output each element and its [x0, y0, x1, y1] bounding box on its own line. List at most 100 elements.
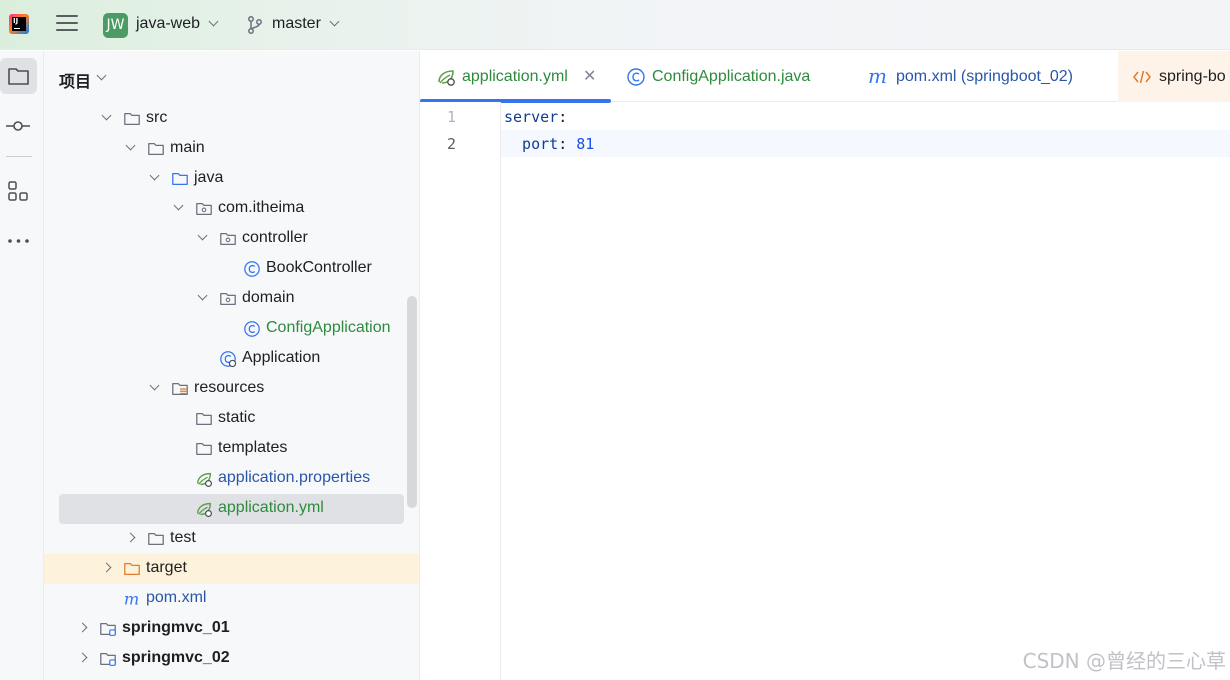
yaml-value: 81: [576, 135, 595, 153]
tree-item-label: Application: [242, 349, 321, 366]
tab-label: pom.xml (springboot_02): [896, 68, 1073, 85]
tree-item-domain[interactable]: domain: [44, 284, 419, 314]
chevron-down-icon[interactable]: [329, 16, 340, 27]
chevron-down-icon[interactable]: [197, 290, 208, 301]
title-bar: IJ JW java-web master: [0, 0, 1230, 50]
tree-item-application-properties[interactable]: application.properties: [44, 464, 419, 494]
package-icon: [220, 292, 236, 306]
tree-item-java[interactable]: java: [44, 164, 419, 194]
code-line[interactable]: server:: [504, 108, 567, 126]
tree-item-static[interactable]: static: [44, 404, 419, 434]
yaml-key: server: [504, 108, 559, 126]
module-folder-icon: [100, 652, 116, 666]
more-icon: [8, 239, 29, 243]
line-number: 2: [446, 135, 456, 153]
tree-item-templates[interactable]: templates: [44, 434, 419, 464]
tree-item-label: templates: [218, 439, 288, 456]
module-folder-icon: [100, 622, 116, 636]
class-icon: [244, 261, 260, 277]
tree-item-main[interactable]: main: [44, 134, 419, 164]
code-line[interactable]: port: 81: [504, 135, 594, 153]
chevron-right-icon[interactable]: [101, 562, 112, 573]
yaml-key: port: [504, 135, 559, 153]
tree-item-application[interactable]: Application: [44, 344, 419, 374]
project-panel: 项目 src main java com.itheima controller BookC…: [44, 51, 420, 680]
spring-config-icon: [196, 472, 212, 487]
git-branch-icon[interactable]: [246, 15, 264, 35]
tree-item-com-itheima[interactable]: com.itheima: [44, 194, 419, 224]
tree-item-label: pom.xml: [146, 589, 207, 606]
tree-item-target[interactable]: target: [44, 554, 419, 584]
tree-item-bookcontroller[interactable]: BookController: [44, 254, 419, 284]
folder-icon: [8, 68, 29, 85]
main-menu-icon[interactable]: [56, 15, 78, 35]
divider: [6, 156, 32, 157]
more-tools-button[interactable]: [0, 223, 37, 259]
chevron-right-icon[interactable]: [125, 532, 136, 543]
tab-spring-boot[interactable]: spring-bo: [1118, 51, 1230, 102]
chevron-down-icon[interactable]: [125, 140, 136, 151]
chevron-down-icon[interactable]: [149, 380, 160, 391]
spring-boot-class-icon: [220, 351, 237, 368]
resources-folder-icon: [172, 382, 188, 396]
chevron-right-icon[interactable]: [77, 622, 88, 633]
chevron-down-icon[interactable]: [149, 170, 160, 181]
yaml-colon: :: [558, 135, 577, 153]
maven-icon: m: [124, 590, 139, 608]
source-folder-icon: [172, 172, 188, 186]
tab-label: spring-bo: [1159, 68, 1226, 85]
spring-config-icon: [196, 502, 212, 517]
panel-title[interactable]: 项目: [59, 68, 91, 92]
tree-item-src[interactable]: src: [44, 104, 419, 134]
class-icon: [244, 321, 260, 337]
tree-item-configapplication[interactable]: ConfigApplication: [44, 314, 419, 344]
yaml-colon: :: [558, 108, 568, 126]
tree-scrollbar[interactable]: [407, 296, 417, 508]
tree-item-application-yml[interactable]: application.yml: [44, 494, 419, 524]
folder-icon: [196, 442, 212, 456]
tree-item-resources[interactable]: resources: [44, 374, 419, 404]
chevron-down-icon[interactable]: [173, 200, 184, 211]
html-tag-icon: [1133, 70, 1151, 84]
tree-item-label: controller: [242, 229, 308, 246]
tree-item-label: com.itheima: [218, 199, 305, 216]
intellij-logo-icon[interactable]: IJ: [9, 14, 29, 34]
tree-item-label: target: [146, 559, 187, 576]
project-selector[interactable]: java-web: [136, 15, 200, 33]
chevron-right-icon[interactable]: [77, 652, 88, 663]
tree-item-controller[interactable]: controller: [44, 224, 419, 254]
chevron-down-icon[interactable]: [101, 110, 112, 121]
close-icon[interactable]: ✕: [583, 66, 596, 86]
structure-tool-button[interactable]: [0, 173, 37, 209]
class-icon: [627, 68, 645, 86]
tab-application-yml[interactable]: application.yml ✕: [420, 51, 611, 103]
folder-icon: [148, 532, 164, 546]
tab-pom-xml[interactable]: m pom.xml (springboot_02): [860, 51, 1110, 102]
tree-item-pom-xml[interactable]: m pom.xml: [44, 584, 419, 614]
watermark: CSDN @曾经的三心草: [1022, 649, 1226, 673]
project-badge[interactable]: JW: [103, 13, 128, 38]
tree-item-springmvc-01[interactable]: springmvc_01: [44, 614, 419, 644]
commit-icon: [6, 121, 30, 131]
tree-item-springmvc-02[interactable]: springmvc_02: [44, 644, 419, 674]
tree-item-label: springmvc_02: [122, 649, 230, 666]
tab-label: application.yml: [462, 68, 568, 85]
tree-item-label: application.yml: [218, 499, 324, 516]
package-icon: [196, 202, 212, 216]
tree-item-test[interactable]: test: [44, 524, 419, 554]
branch-selector[interactable]: master: [272, 15, 321, 33]
editor-tabs: application.yml ✕ ConfigApplication.java…: [420, 51, 1230, 103]
tree-item-label: ConfigApplication: [266, 319, 391, 336]
folder-icon: [196, 412, 212, 426]
tree-item-label: springmvc_01: [122, 619, 230, 636]
maven-icon: m: [868, 64, 887, 88]
structure-icon: [8, 181, 28, 201]
tree-item-label: test: [170, 529, 196, 546]
project-tool-button[interactable]: [0, 58, 37, 94]
chevron-down-icon[interactable]: [208, 16, 219, 27]
chevron-down-icon[interactable]: [96, 70, 107, 81]
tab-configapplication-java[interactable]: ConfigApplication.java: [616, 51, 836, 102]
folder-icon: [124, 112, 140, 126]
chevron-down-icon[interactable]: [197, 230, 208, 241]
commit-tool-button[interactable]: [0, 108, 37, 144]
